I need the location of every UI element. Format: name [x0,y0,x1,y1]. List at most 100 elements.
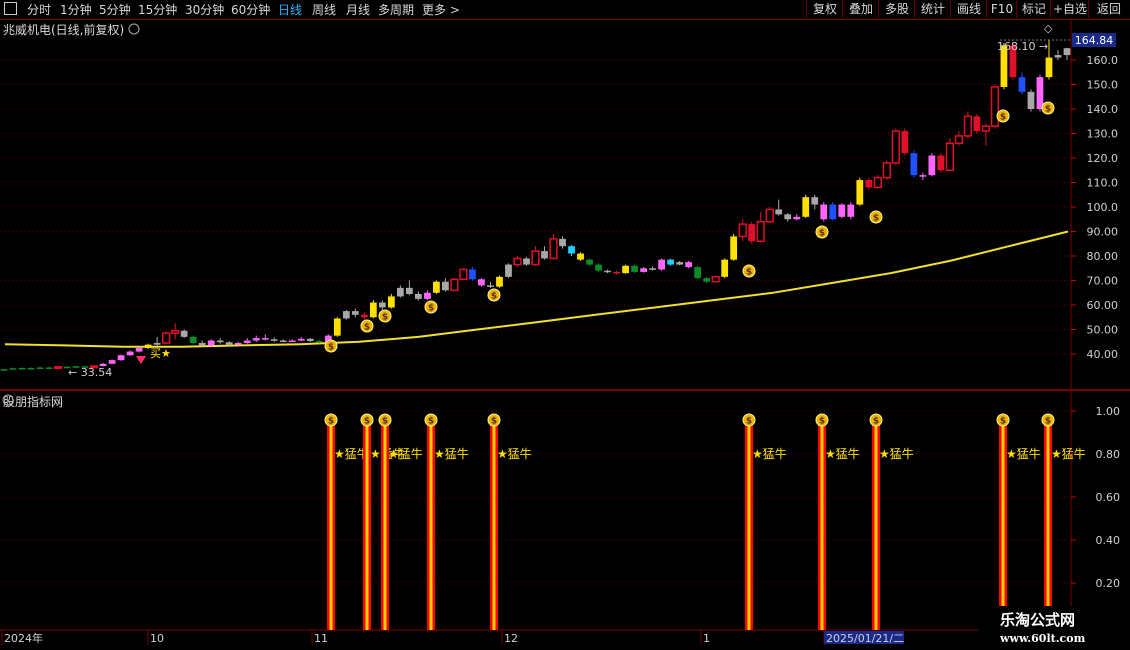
time-axis-label: 10 [150,632,164,645]
buy-label: 买★ [150,347,171,360]
indicator-money-bag-icon-symbol: $ [491,417,497,427]
candle-body [973,116,981,132]
indicator-money-bag-icon-symbol: $ [746,417,752,427]
candle-body [351,311,359,315]
candle-body [396,287,404,297]
indicator-tick-label: 0.40 [1096,534,1121,547]
candle-body [433,281,440,293]
candle-body [297,338,305,341]
candle-body [1063,48,1071,56]
current-price-label: 164.84 [1075,34,1114,47]
candle-body [424,292,431,299]
candle-body [595,264,602,271]
signal-bar-core [329,419,333,630]
time-axis-label: 11 [314,632,328,645]
watermark: 乐淘公式网 www.60lt.com [978,606,1130,650]
price-money-bag-icon-symbol: $ [382,313,388,323]
candle-body [315,341,323,343]
candle-body [748,224,756,242]
candle-body [126,351,134,356]
candle-body [531,250,540,266]
price-tick-label: 140.0 [1087,103,1119,116]
candle-body [559,238,566,247]
candle-body [730,236,738,260]
candle-body [649,268,656,270]
indicator-money-bag-icon-symbol: $ [1045,417,1051,427]
candle-body [225,342,233,345]
price-money-bag-icon-symbol: $ [873,214,879,224]
signal-bar-core [429,419,433,630]
signal-bar-core [1046,419,1050,630]
candle-body [667,259,675,265]
candle-body [333,318,341,336]
candle-body [963,115,973,137]
candle-body [919,175,927,177]
high-price-label: 168.10 → [997,40,1048,53]
price-money-bag-icon-symbol: $ [428,304,434,314]
candle-body [756,220,765,243]
candle-body [478,279,485,286]
candle-body [990,86,1000,127]
candle-body [829,204,837,220]
price-money-bag-icon-symbol: $ [1000,113,1006,123]
candle-body [694,267,702,279]
candle-body [658,259,665,270]
candle-body [910,153,918,176]
candle-body [108,360,116,364]
price-tick-label: 90.00 [1087,226,1119,239]
candle-body [676,262,684,265]
price-tick-label: 160.0 [1087,54,1119,67]
candle-body [162,332,171,344]
candle-body [901,131,909,154]
candle-body [513,257,522,266]
candle-body [765,208,774,223]
candle-body [847,204,855,217]
kline-chart[interactable]: 160.0 150.0 140.0 130.0 120.0 110.0 100.0 90.00… [0,0,1130,650]
candle-body [613,271,620,274]
candle-body [387,296,395,308]
indicator-tick-label: 0.60 [1096,491,1121,504]
price-tick-label: 40.00 [1087,348,1119,361]
candle-body [360,314,368,318]
candle-body [279,340,287,343]
indicator-money-bag-icon-symbol: $ [364,417,370,427]
price-tick-label: 50.00 [1087,324,1119,337]
candle-body [873,176,882,189]
candle-body [981,125,991,132]
signal-label: ★猛牛 [388,446,423,461]
candle-body [53,365,63,369]
indicator-dropdown-icon [2,394,14,406]
price-tick-label: 110.0 [1087,177,1119,190]
watermark-url: www.60lt.com [1000,632,1086,645]
time-axis-label: 12 [504,632,518,645]
candle-body [442,281,449,291]
candle-body [18,367,26,370]
signal-bar-core [820,419,824,630]
candle-body [775,209,783,215]
signal-label: ★猛牛 [879,446,914,461]
candle-body [549,238,558,260]
candle-body [945,142,955,172]
candle-body [369,302,377,318]
low-price-label: ← 33.54 [68,366,112,379]
candle-body [117,355,125,361]
candle-body [27,367,35,370]
time-axis-label: 1 [703,632,710,645]
candle-body [207,340,215,346]
indicator-money-bag-icon-symbol: $ [873,417,879,427]
candle-body [216,340,224,343]
price-money-bag-icon-symbol: $ [328,343,334,353]
candle-body [838,204,846,217]
candle-body [252,338,260,341]
candle-body [189,336,197,343]
candle-body [505,264,512,277]
indicator-money-bag-icon-symbol: $ [328,417,334,427]
watermark-title: 乐淘公式网 [1000,611,1076,629]
indicator-money-bag-icon-symbol: $ [382,417,388,427]
candle-body [288,340,296,343]
price-tick-label: 80.00 [1087,250,1119,263]
candle-body [487,285,494,287]
candle-body [631,265,638,272]
signal-label: ★猛牛 [752,446,787,461]
candle-body [1054,55,1062,58]
